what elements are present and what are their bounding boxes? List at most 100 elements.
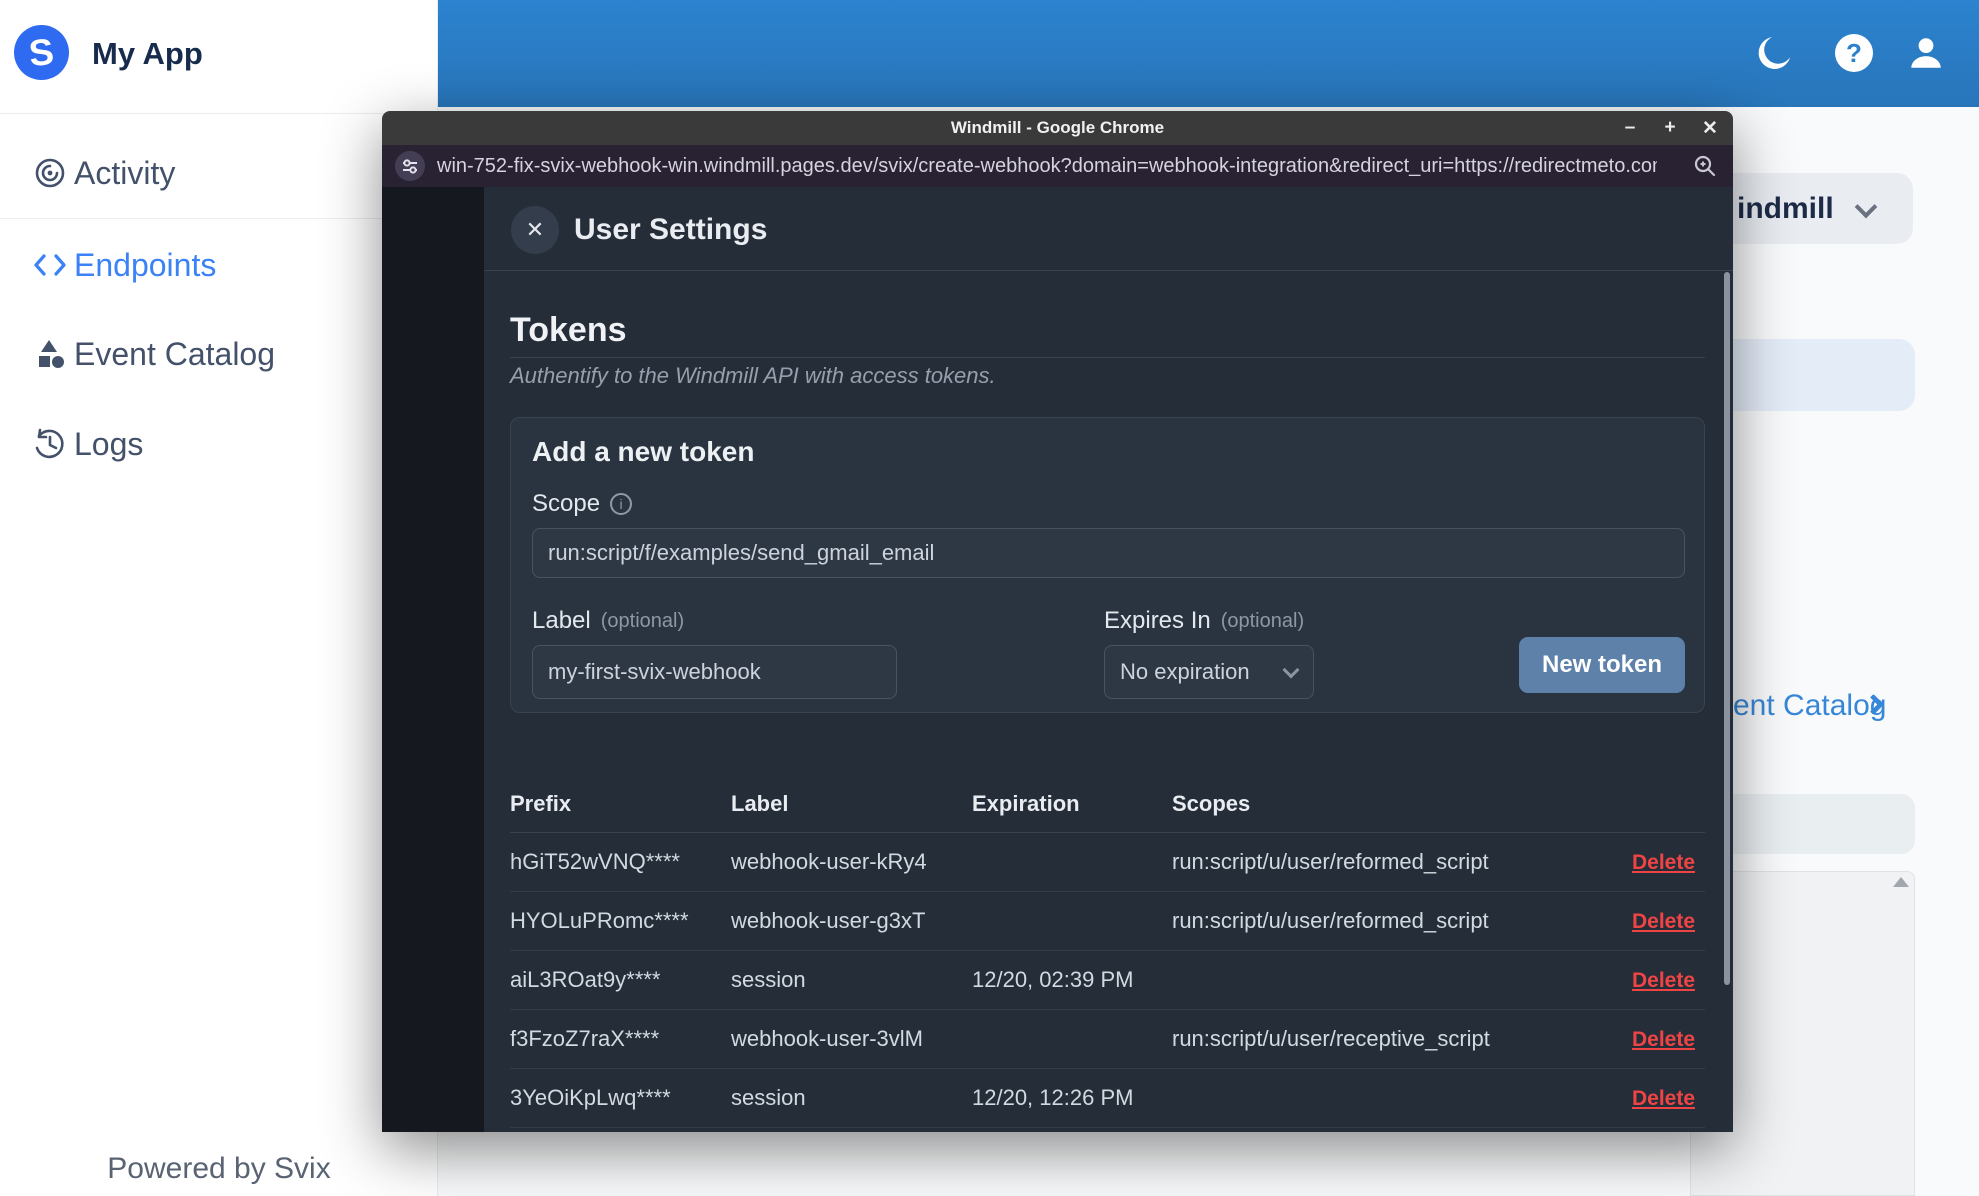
chevron-down-icon: [1282, 661, 1300, 678]
token-prefix: f3FzoZ7raX****: [510, 1026, 660, 1051]
close-icon: ✕: [525, 217, 545, 242]
sidebar-item-endpoints[interactable]: Endpoints: [0, 235, 438, 295]
close-window-button[interactable]: ✕: [1699, 117, 1721, 140]
scope-value: run:script/f/examples/send_gmail_email: [548, 540, 935, 565]
table-row: aiL3ROat9y**** session 12/20, 02:39 PM D…: [510, 951, 1705, 1010]
token-label: webhook-user-g3xT: [731, 908, 926, 933]
token-label: session: [731, 1085, 806, 1110]
moon-glyph: [1758, 37, 1791, 69]
powered-by-svix: Powered by Svix: [107, 1152, 331, 1185]
account-icon[interactable]: [1906, 33, 1946, 73]
chrome-window: Windmill - Google Chrome – + ✕ win-752-f…: [382, 111, 1733, 1132]
col-expiration: Expiration: [972, 791, 1080, 816]
table-row: hGiT52wVNQ**** webhook-user-kRy4 run:scr…: [510, 833, 1705, 892]
svix-logo-s: S: [27, 30, 56, 74]
svix-logo[interactable]: S: [14, 25, 69, 80]
expires-in-select[interactable]: No expiration: [1104, 645, 1314, 699]
divider: [0, 218, 438, 219]
sidebar-item-label: Endpoints: [74, 246, 217, 283]
delete-token-button[interactable]: Delete: [1632, 910, 1695, 933]
person-glyph: [1911, 38, 1941, 68]
screen: ? indmill ent Catalog S My App Activity …: [0, 0, 1979, 1196]
token-expiration: 12/20, 02:39 PM: [972, 967, 1134, 992]
window-title: Windmill - Google Chrome: [950, 118, 1165, 137]
close-modal-button[interactable]: ✕: [511, 206, 559, 254]
table-row: 3YeOiKpLwq**** session 12/20, 12:26 PM D…: [510, 1069, 1705, 1128]
modal-title: User Settings: [574, 213, 768, 246]
optional-hint: (optional): [600, 609, 685, 632]
add-token-card: Add a new token Scope i run:script/f/exa…: [510, 417, 1705, 713]
delete-cell: Delete: [1627, 849, 1705, 875]
sidebar: S My App Activity Endpoints Event Catalo…: [0, 0, 438, 1196]
user-settings-modal: ✕ User Settings Tokens Authentify to the…: [484, 187, 1733, 1132]
sidebar-item-label: Activity: [74, 154, 176, 191]
site-settings-icon[interactable]: [395, 151, 425, 181]
url-text[interactable]: win-752-fix-svix-webhook-win.windmill.pa…: [437, 155, 1657, 178]
delete-token-button[interactable]: Delete: [1632, 969, 1695, 992]
token-label: webhook-user-3vlM: [731, 1026, 923, 1051]
sidebar-item-logs[interactable]: Logs: [0, 414, 438, 474]
scope-label: Scope i: [532, 490, 633, 518]
tokens-heading: Tokens: [510, 311, 627, 349]
sidebar-item-label: Event Catalog: [74, 335, 276, 372]
divider: [484, 270, 1733, 271]
token-scopes: run:script/u/user/reformed_script: [1172, 908, 1489, 933]
col-prefix: Prefix: [510, 791, 572, 816]
tokens-table: Prefix Label Expiration Scopes hGiT52wVN…: [510, 776, 1705, 1128]
workspace-dropdown-label: indmill: [1737, 192, 1834, 225]
maximize-button[interactable]: +: [1659, 117, 1681, 139]
token-expiration: 12/20, 12:26 PM: [972, 1085, 1134, 1110]
info-icon[interactable]: i: [610, 493, 633, 515]
logs-icon: [30, 427, 70, 461]
optional-hint: (optional): [1220, 609, 1305, 632]
scope-input[interactable]: run:script/f/examples/send_gmail_email: [532, 528, 1685, 578]
table-row: f3FzoZ7raX**** webhook-user-3vlM run:scr…: [510, 1010, 1705, 1069]
sidebar-item-label: Logs: [74, 425, 144, 462]
col-label: Label: [731, 791, 789, 816]
label-input[interactable]: my-first-svix-webhook: [532, 645, 897, 699]
question-mark: ?: [1835, 34, 1873, 72]
add-token-heading: Add a new token: [532, 436, 755, 467]
zoom-magnifier-icon[interactable]: [1693, 154, 1717, 178]
new-token-button[interactable]: New token: [1519, 637, 1685, 693]
dimmed-page-background: [382, 187, 484, 1132]
window-controls: – + ✕: [1619, 111, 1721, 145]
token-prefix: aiL3ROat9y****: [510, 967, 661, 992]
divider: [0, 113, 438, 114]
expires-in-value: No expiration: [1120, 659, 1250, 684]
col-scopes: Scopes: [1172, 791, 1251, 816]
tokens-table-header: Prefix Label Expiration Scopes: [510, 776, 1705, 833]
activity-icon: [30, 156, 70, 190]
sidebar-item-activity[interactable]: Activity: [0, 143, 438, 203]
tokens-subtitle: Authentify to the Windmill API with acce…: [510, 363, 996, 388]
token-prefix: HYOLuPRomc****: [510, 908, 689, 933]
delete-cell: Delete: [1627, 1085, 1705, 1111]
label-value: my-first-svix-webhook: [548, 659, 761, 684]
chevron-down-icon: [1854, 195, 1878, 219]
delete-cell: Delete: [1627, 908, 1705, 934]
token-prefix: 3YeOiKpLwq****: [510, 1085, 671, 1110]
dark-mode-moon-icon[interactable]: [1754, 33, 1794, 73]
label-label: Label (optional): [532, 607, 685, 634]
chevron-right-icon: [1862, 693, 1885, 716]
token-scopes: run:script/u/user/receptive_script: [1172, 1026, 1490, 1051]
url-bar[interactable]: win-752-fix-svix-webhook-win.windmill.pa…: [382, 145, 1733, 187]
browser-viewport: ✕ User Settings Tokens Authentify to the…: [382, 187, 1733, 1132]
delete-token-button[interactable]: Delete: [1632, 1087, 1695, 1110]
window-titlebar[interactable]: Windmill - Google Chrome – + ✕: [382, 111, 1733, 145]
event-catalog-icon: [30, 337, 70, 371]
token-scopes: run:script/u/user/reformed_script: [1172, 849, 1489, 874]
top-navbar: ?: [438, 0, 1979, 107]
endpoints-icon: [30, 250, 70, 280]
app-title: My App: [92, 36, 203, 71]
delete-cell: Delete: [1627, 1026, 1705, 1052]
modal-scrollbar[interactable]: [1724, 272, 1730, 985]
delete-token-button[interactable]: Delete: [1632, 851, 1695, 874]
sidebar-item-event-catalog[interactable]: Event Catalog: [0, 324, 438, 384]
token-prefix: hGiT52wVNQ****: [510, 849, 680, 874]
minimize-button[interactable]: –: [1619, 117, 1641, 139]
divider: [510, 357, 1705, 358]
scrollbar-up-arrow[interactable]: [1893, 877, 1909, 887]
help-icon[interactable]: ?: [1834, 33, 1874, 73]
delete-token-button[interactable]: Delete: [1632, 1028, 1695, 1051]
